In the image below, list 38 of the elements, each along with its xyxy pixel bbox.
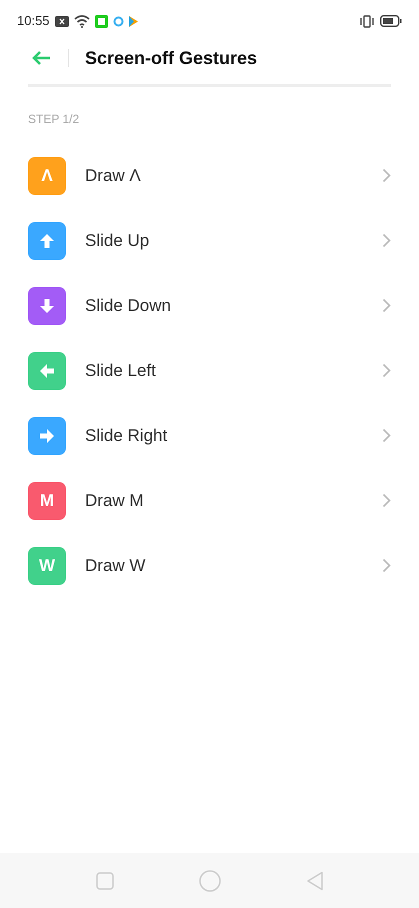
gesture-row[interactable]: Slide Right — [0, 403, 419, 468]
recents-button[interactable] — [96, 872, 114, 890]
gesture-label: Draw M — [85, 490, 145, 512]
circle-icon — [112, 16, 124, 26]
gesture-row[interactable]: Slide Left — [0, 338, 419, 403]
gesture-label: Slide Left — [85, 360, 157, 382]
page-title: Screen-off Gestures — [85, 46, 258, 70]
status-time: 10:55 — [17, 12, 50, 30]
gesture-row[interactable]: W Draw W — [0, 533, 419, 598]
notification-icon — [54, 16, 69, 26]
gesture-label: Draw W — [85, 554, 146, 577]
chevron-right-icon — [382, 493, 391, 508]
step-label: STEP 1/2 — [28, 112, 80, 126]
chevron-right-icon — [382, 363, 391, 378]
gesture-label: Slide Right — [85, 424, 168, 447]
gesture-row[interactable]: Λ Draw Λ — [0, 143, 419, 208]
chevron-right-icon — [382, 558, 391, 573]
gesture-label: Draw Λ — [85, 164, 142, 187]
chevron-right-icon — [382, 428, 391, 443]
app-icon — [94, 14, 108, 28]
gesture-row[interactable]: Slide Up — [0, 208, 419, 273]
chevron-right-icon — [382, 168, 391, 183]
wifi-icon — [74, 14, 90, 28]
back-arrow-icon — [31, 50, 51, 66]
gesture-badge: M — [28, 482, 66, 520]
gesture-badge: Λ — [28, 156, 66, 194]
battery-icon — [380, 15, 402, 27]
chevron-right-icon — [382, 233, 391, 248]
gesture-label: Slide Up — [85, 230, 150, 252]
play-icon — [128, 16, 138, 26]
chevron-right-icon — [382, 298, 391, 313]
gesture-badge: W — [28, 546, 66, 584]
home-button[interactable] — [198, 870, 220, 892]
gesture-label: Slide Down — [85, 294, 172, 317]
vibrate-icon — [359, 14, 375, 28]
gesture-row[interactable]: M Draw M — [0, 468, 419, 533]
gesture-row[interactable]: Slide Down — [0, 273, 419, 338]
back-nav-button[interactable] — [306, 870, 324, 890]
